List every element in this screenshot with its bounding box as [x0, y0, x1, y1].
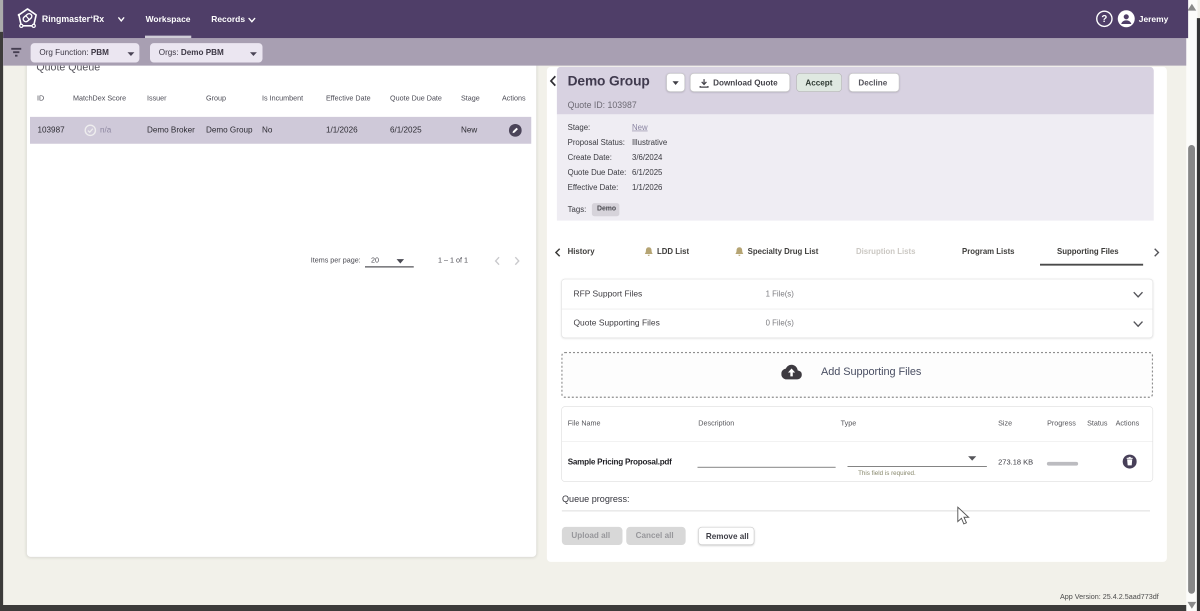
svg-text:?: ?: [1101, 14, 1107, 25]
